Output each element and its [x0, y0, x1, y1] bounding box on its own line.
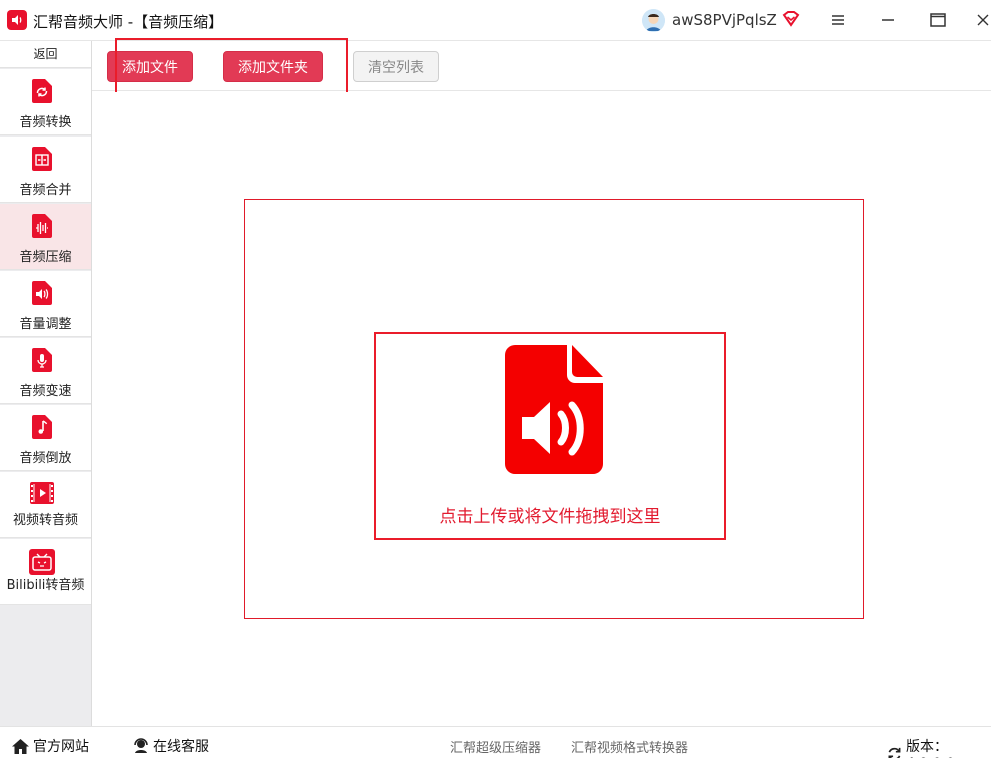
sidebar-item-audio-speed[interactable]: 音频变速 — [0, 338, 91, 404]
online-service-label: 在线客服 — [153, 739, 209, 755]
sidebar-item-volume-adjust[interactable]: 音量调整 — [0, 271, 91, 337]
microphone-icon — [32, 348, 52, 372]
audio-convert-icon — [32, 79, 52, 103]
volume-adjust-icon — [32, 281, 52, 305]
sidebar-item-bilibili-to-audio[interactable]: Bilibili转音频 — [0, 539, 91, 605]
minimize-icon[interactable] — [876, 8, 900, 32]
maximize-icon[interactable] — [926, 8, 950, 32]
sidebar-item-video-to-audio[interactable]: 视频转音频 — [0, 472, 91, 538]
home-icon — [12, 738, 29, 754]
close-icon[interactable] — [975, 8, 991, 32]
official-site-link[interactable]: 官方网站 — [12, 736, 89, 756]
app-window: 汇帮音频大师 -【音频压缩】 awS8PVjPqlsZ 返回 音频转换 音频合并… — [0, 0, 991, 758]
sidebar-item-label: 音频转换 — [19, 115, 72, 130]
sidebar-item-label: 音量调整 — [19, 317, 72, 332]
sidebar-item-audio-reverse[interactable]: 音频倒放 — [0, 405, 91, 471]
audio-file-icon[interactable] — [505, 345, 603, 474]
sidebar-item-label: 音频倒放 — [19, 451, 72, 466]
menu-icon[interactable] — [826, 8, 850, 32]
customer-service-icon — [134, 738, 148, 753]
user-avatar[interactable] — [642, 9, 665, 32]
version-info[interactable]: 版本：4.9.0.0 — [887, 736, 991, 758]
drop-hint-text[interactable]: 点击上传或将文件拖拽到这里 — [374, 502, 726, 527]
sidebar-item-label: 视频转音频 — [12, 513, 78, 528]
sidebar-item-label: 音频合并 — [19, 183, 72, 198]
video-converter-link[interactable]: 汇帮视频格式转换器 — [571, 737, 688, 756]
audio-merge-icon — [32, 147, 52, 171]
window-title: 汇帮音频大师 -【音频压缩】 — [33, 13, 224, 31]
sidebar: 返回 音频转换 音频合并 音频压缩 音量调整 音频变速 音频倒放 视频转音频 B… — [0, 41, 92, 726]
sidebar-item-label: 音频变速 — [19, 384, 72, 399]
sidebar-item-audio-convert[interactable]: 音频转换 — [0, 69, 91, 135]
username[interactable]: awS8PVjPqlsZ — [672, 11, 777, 29]
bilibili-tv-icon — [29, 549, 55, 575]
refresh-icon — [888, 747, 901, 758]
audio-compress-icon — [32, 214, 52, 238]
compressor-link[interactable]: 汇帮超级压缩器 — [450, 737, 541, 756]
online-service-link[interactable]: 在线客服 — [133, 736, 209, 756]
back-button[interactable]: 返回 — [0, 41, 91, 68]
version-label: 版本：4.9.0.0 — [905, 739, 955, 758]
sidebar-item-audio-compress[interactable]: 音频压缩 — [0, 204, 91, 270]
sidebar-item-label: Bilibili转音频 — [6, 578, 85, 593]
sidebar-item-label: 音频压缩 — [19, 250, 72, 265]
clear-list-button[interactable]: 清空列表 — [353, 51, 439, 82]
vip-diamond-icon[interactable] — [781, 9, 801, 29]
official-site-label: 官方网站 — [33, 739, 89, 755]
app-logo-icon — [7, 10, 27, 30]
status-bar: 官方网站 在线客服 汇帮超级压缩器 汇帮视频格式转换器 版本：4.9.0.0 — [0, 726, 991, 758]
title-bar: 汇帮音频大师 -【音频压缩】 awS8PVjPqlsZ — [0, 0, 991, 41]
film-icon — [30, 482, 54, 504]
music-note-icon — [32, 415, 52, 439]
sidebar-item-audio-merge[interactable]: 音频合并 — [0, 137, 91, 203]
